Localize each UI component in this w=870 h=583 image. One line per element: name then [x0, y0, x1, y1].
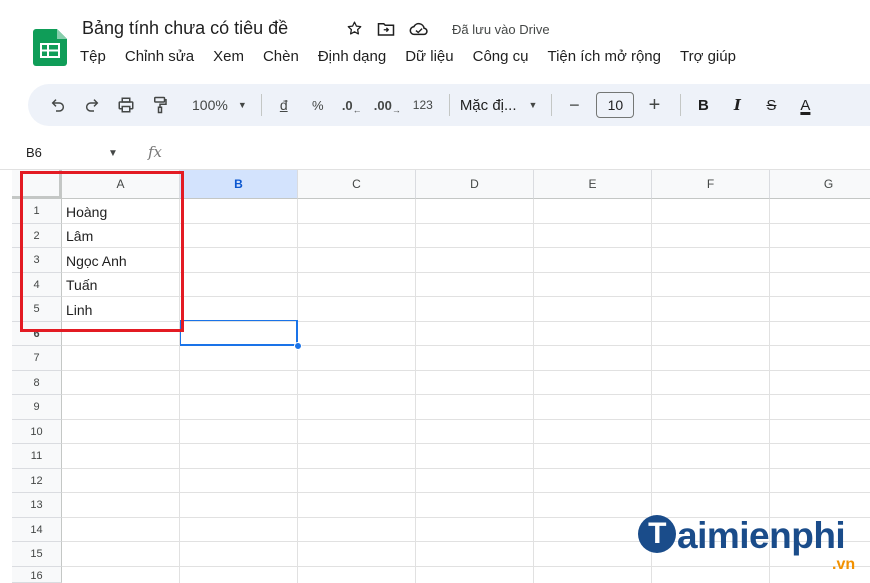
sheets-logo-icon[interactable] [33, 29, 67, 66]
toolbar-divider [551, 94, 553, 116]
number-format-button[interactable]: 123 [411, 91, 435, 119]
row-header-9[interactable]: 9 [12, 395, 62, 420]
menu-edit[interactable]: Chỉnh sửa [125, 48, 203, 65]
menu-data[interactable]: Dữ liệu [405, 48, 462, 65]
decrease-font-size-button[interactable]: − [562, 91, 586, 119]
row-header-14[interactable]: 14 [12, 518, 62, 542]
grid-line [62, 394, 870, 395]
arrow-left-icon: ← [352, 105, 362, 115]
column-header-b[interactable]: B [180, 170, 298, 199]
watermark-brand: aimienphi [677, 515, 846, 556]
grid-line [297, 199, 298, 583]
bold-button[interactable]: B [691, 91, 715, 119]
chevron-down-icon: ▼ [528, 100, 538, 110]
paint-format-icon[interactable] [148, 91, 172, 119]
row-header-8[interactable]: 8 [12, 371, 62, 395]
active-cell-b6[interactable] [180, 320, 298, 346]
grid-line [62, 566, 870, 567]
annotation-highlight-box [20, 171, 184, 332]
decrease-decimal-button[interactable]: .0 ← [340, 91, 364, 119]
column-header-c[interactable]: C [298, 170, 416, 199]
move-folder-icon[interactable] [377, 21, 395, 37]
row-header-10[interactable]: 10 [12, 420, 62, 444]
grid-line [62, 443, 870, 444]
formula-fx-icon: fx [148, 143, 163, 161]
strikethrough-button[interactable]: S [759, 91, 783, 119]
menu-help[interactable]: Trợ giúp [680, 48, 745, 65]
font-size-input[interactable]: 10 [596, 92, 635, 118]
decrease-decimal-label: .0 [341, 97, 353, 113]
zoom-value: 100% [192, 97, 228, 113]
menu-insert[interactable]: Chèn [263, 48, 308, 65]
increase-decimal-button[interactable]: .00 → [374, 91, 401, 119]
redo-icon[interactable] [80, 91, 104, 119]
name-box[interactable]: B6 [26, 145, 42, 160]
toolbar: 100% ▼ đ % .0 ← .00 → 123 Mặc đị... ▼ − … [28, 84, 870, 126]
zoom-select[interactable]: 100% ▼ [192, 91, 247, 119]
fill-handle[interactable] [294, 342, 302, 350]
title-actions [346, 20, 429, 37]
menu-extensions[interactable]: Tiện ích mở rộng [547, 48, 670, 65]
increase-decimal-label: .00 [373, 97, 392, 113]
grid-line [62, 492, 870, 493]
grid-line [62, 468, 870, 469]
toolbar-divider [448, 94, 450, 116]
row-header-12[interactable]: 12 [12, 469, 62, 493]
row-header-16[interactable]: 16 [12, 567, 62, 583]
toolbar-divider [260, 94, 262, 116]
print-icon[interactable] [114, 91, 138, 119]
grid-line [415, 199, 416, 583]
italic-button[interactable]: I [725, 91, 749, 119]
text-color-button[interactable]: A [793, 91, 817, 119]
watermark-logo: Taimienphi [638, 515, 846, 557]
toolbar-divider [680, 94, 682, 116]
menu-view[interactable]: Xem [213, 48, 253, 65]
row-header-7[interactable]: 7 [12, 346, 62, 371]
row-header-15[interactable]: 15 [12, 542, 62, 567]
column-header-g[interactable]: G [770, 170, 870, 199]
column-header-e[interactable]: E [534, 170, 652, 199]
watermark-initial: T [638, 515, 676, 553]
currency-format-button[interactable]: đ [272, 91, 296, 119]
chevron-down-icon[interactable]: ▼ [108, 148, 118, 159]
cloud-saved-icon[interactable] [409, 21, 429, 37]
menu-format[interactable]: Định dạng [318, 48, 395, 65]
increase-font-size-button[interactable]: + [642, 91, 666, 119]
menu-tools[interactable]: Công cụ [473, 48, 538, 65]
undo-icon[interactable] [46, 91, 70, 119]
column-header-f[interactable]: F [652, 170, 770, 199]
watermark-suffix: .vn [832, 556, 856, 573]
row-header-11[interactable]: 11 [12, 444, 62, 469]
row-header-13[interactable]: 13 [12, 493, 62, 518]
font-family-value: Mặc đị... [459, 96, 517, 114]
menu-file[interactable]: Tệp [80, 48, 115, 65]
percent-format-button[interactable]: % [306, 91, 330, 119]
font-family-select[interactable]: Mặc đị... ▼ [460, 91, 538, 119]
document-title[interactable]: Bảng tính chưa có tiêu đề [82, 18, 288, 39]
chevron-down-icon: ▼ [237, 100, 247, 110]
column-header-d[interactable]: D [416, 170, 534, 199]
grid-line [62, 370, 870, 371]
star-icon[interactable] [346, 20, 363, 37]
menu-bar: Tệp Chỉnh sửa Xem Chèn Định dạng Dữ liệu… [80, 48, 755, 65]
saved-status[interactable]: Đã lưu vào Drive [452, 22, 550, 37]
grid-line [62, 419, 870, 420]
arrow-right-icon: → [391, 105, 401, 115]
grid-line [533, 199, 534, 583]
